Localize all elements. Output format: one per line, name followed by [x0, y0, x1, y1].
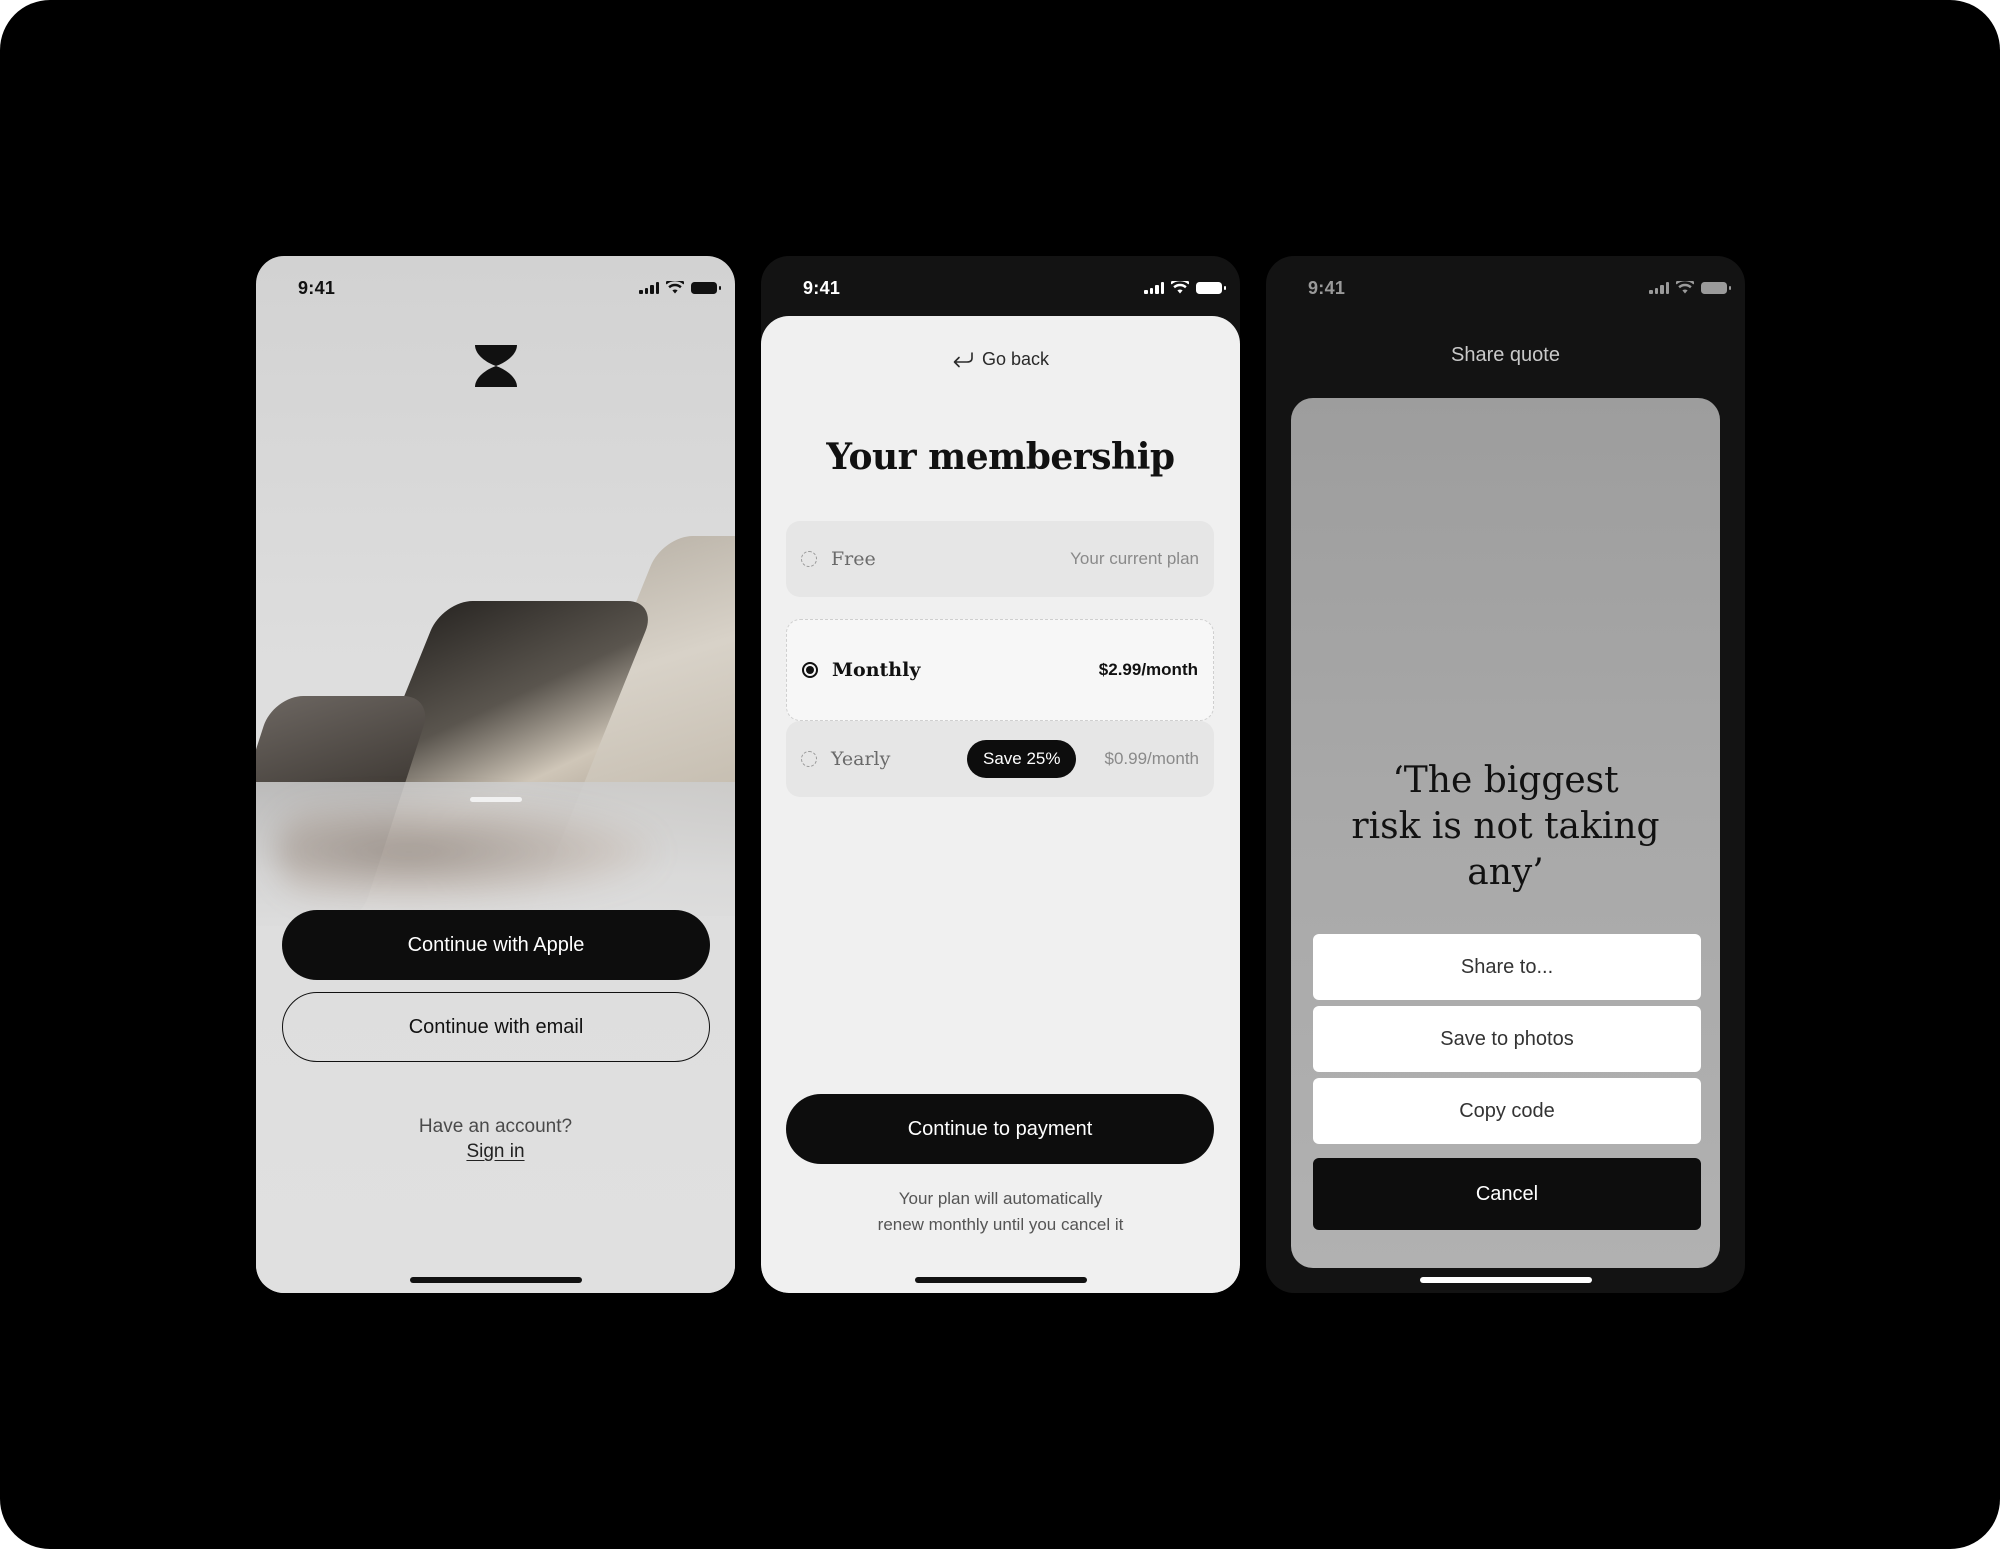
blurred-backdrop [276, 802, 656, 902]
save-to-photos-button[interactable]: Save to photos [1313, 1006, 1701, 1072]
battery-icon [1196, 281, 1226, 294]
plan-name: Monthly [832, 659, 921, 681]
status-bar: 9:41 [761, 256, 1240, 316]
status-icons [1649, 281, 1731, 294]
plan-option-yearly[interactable]: Yearly Save 25% $0.99/month [786, 721, 1214, 797]
home-indicator [409, 1277, 582, 1283]
quote-line-2: risk is not taking [1351, 806, 1660, 847]
go-back-label: Go back [981, 349, 1050, 369]
status-icons [639, 281, 721, 294]
plan-price: $0.99/month [1104, 749, 1199, 768]
plan-option-monthly[interactable]: Monthly $2.99/month [786, 619, 1214, 721]
cellular-signal-icon [1649, 281, 1669, 294]
status-time: 9:41 [298, 278, 336, 298]
membership-card: Go back Your membership Free Your curren… [761, 316, 1240, 1293]
status-bar: 9:41 [1266, 256, 1745, 316]
back-arrow-icon [953, 351, 973, 367]
go-back-button[interactable]: Go back [761, 349, 1240, 370]
plan-name: Yearly [831, 748, 891, 770]
quote-line-1: ‘The biggest [1392, 760, 1619, 801]
home-indicator [914, 1277, 1087, 1283]
battery-icon [1701, 281, 1731, 294]
wifi-icon [666, 281, 684, 294]
plan-option-free[interactable]: Free Your current plan [786, 521, 1214, 597]
share-to-button[interactable]: Share to... [1313, 934, 1701, 1000]
have-account-text: Have an account? [418, 1116, 573, 1137]
wifi-icon [1676, 281, 1694, 294]
wifi-icon [1171, 281, 1189, 294]
continue-to-payment-button[interactable]: Continue to payment [786, 1094, 1214, 1164]
status-time: 9:41 [803, 278, 841, 298]
share-card: ‘The biggest risk is not taking any’ Sha… [1291, 398, 1720, 1268]
plan-name: Free [831, 548, 876, 570]
plan-price: $2.99/month [1098, 660, 1198, 679]
hourglass-logo-icon [475, 345, 517, 387]
sign-in-label[interactable]: Sign in [466, 1141, 524, 1162]
copy-code-button[interactable]: Copy code [1313, 1078, 1701, 1144]
battery-icon [691, 281, 721, 294]
page-title: Your membership [826, 436, 1175, 478]
quote-text: ‘The biggest risk is not taking any’ [1291, 758, 1720, 896]
radio-unselected-icon[interactable] [801, 751, 817, 767]
renew-note-line-2: renew monthly until you cancel it [877, 1215, 1124, 1234]
radio-unselected-icon[interactable] [801, 551, 817, 567]
sheet-grabber[interactable] [469, 797, 522, 802]
phone-welcome-screen: 9:41 Continue with Apple Continue with e… [256, 256, 735, 1293]
quote-line-3: any’ [1467, 852, 1544, 893]
radio-selected-icon[interactable] [802, 662, 818, 678]
status-icons [1144, 281, 1226, 294]
continue-with-apple-button[interactable]: Continue with Apple [282, 910, 710, 980]
cellular-signal-icon [639, 281, 659, 294]
cancel-button[interactable]: Cancel [1313, 1158, 1701, 1230]
renew-note-line-1: Your plan will automatically [898, 1189, 1103, 1208]
status-time: 9:41 [1308, 278, 1346, 298]
continue-with-email-button[interactable]: Continue with email [282, 992, 710, 1062]
phone-share-screen: 9:41 Share quote ‘The biggest risk is no… [1266, 256, 1745, 1293]
sign-in-link[interactable]: Sign in [256, 1141, 735, 1163]
cellular-signal-icon [1144, 281, 1164, 294]
home-indicator [1419, 1277, 1592, 1283]
share-title: Share quote [1451, 344, 1560, 366]
status-bar: 9:41 [256, 256, 735, 316]
save-badge: Save 25% [966, 740, 1077, 778]
phone-membership-screen: 9:41 Go back Your membership Free Your c… [761, 256, 1240, 1293]
canvas: 9:41 Continue with Apple Continue with e… [0, 0, 2000, 1549]
plan-detail: Your current plan [1070, 549, 1199, 568]
